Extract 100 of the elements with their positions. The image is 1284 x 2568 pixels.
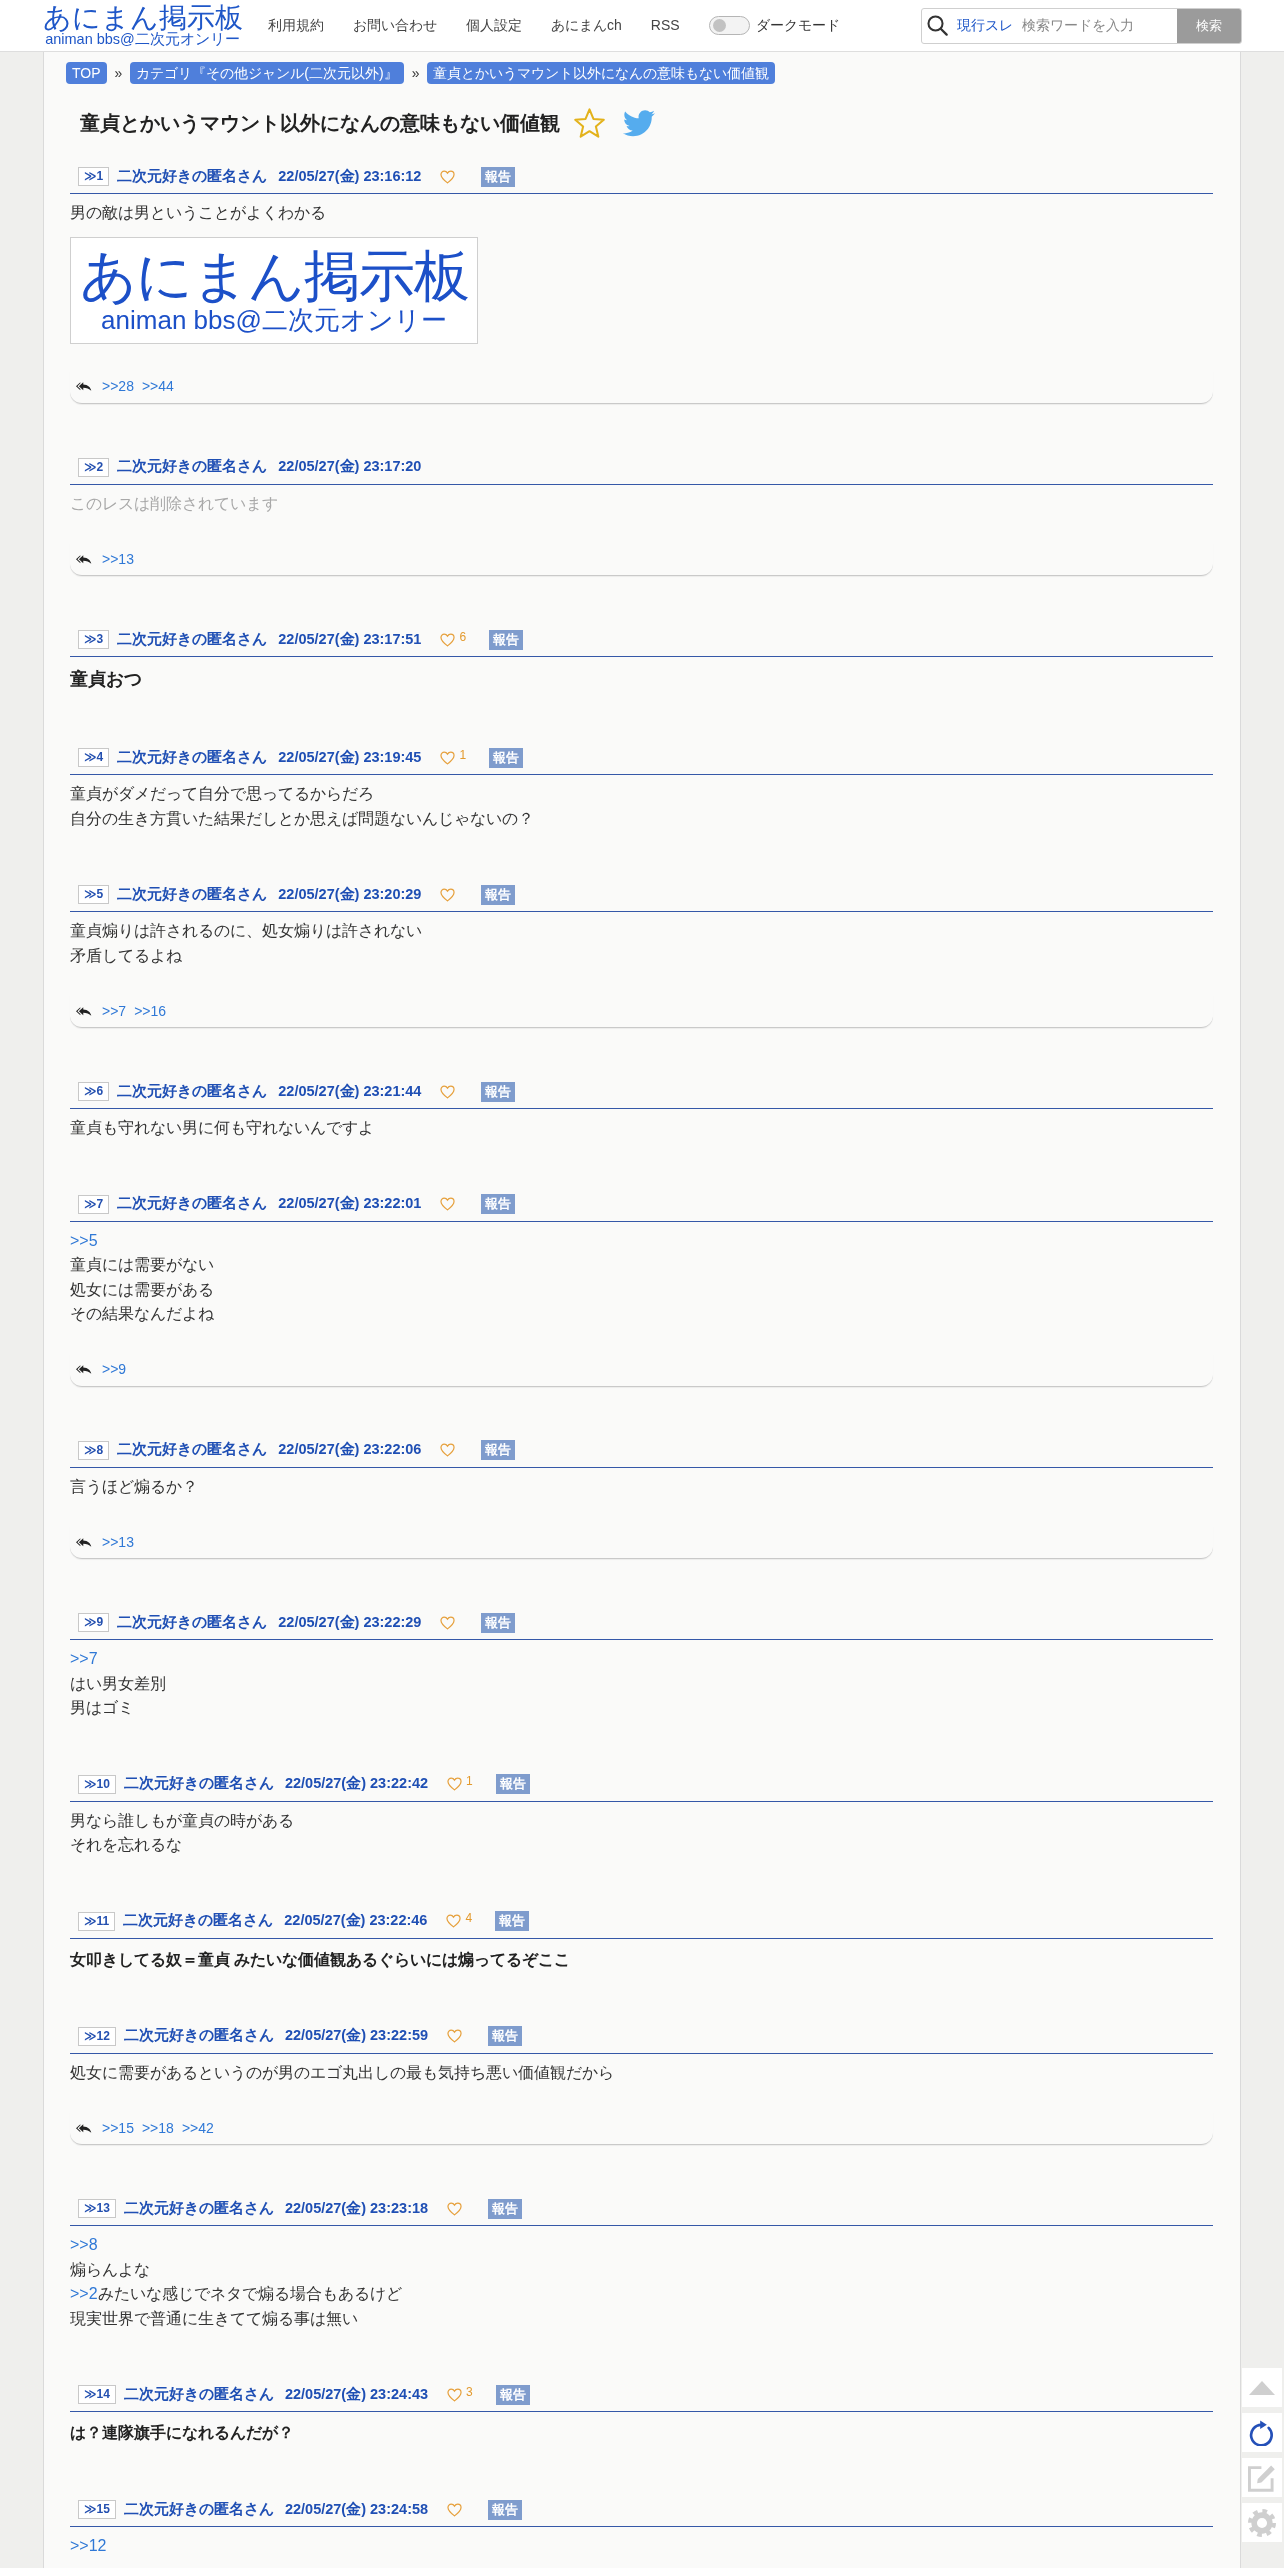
post-date: 22/05/27(金) 23:17:51 — [278, 629, 422, 649]
reply-anchor-link[interactable]: >>8 — [70, 2236, 98, 2253]
write-button[interactable] — [1242, 2458, 1282, 2497]
report-button[interactable]: 報告 — [481, 1194, 516, 1214]
nav-link[interactable]: お問い合わせ — [353, 15, 437, 36]
post-number-link[interactable]: ≫4 — [78, 748, 110, 767]
report-button[interactable]: 報告 — [481, 884, 516, 905]
report-button[interactable]: 報告 — [495, 1774, 530, 1794]
report-button[interactable]: 報告 — [481, 1612, 516, 1633]
poster-name: 二次元好きの匿名さん — [117, 166, 268, 186]
heart-icon — [440, 1443, 456, 1457]
report-button[interactable]: 報告 — [488, 2499, 523, 2520]
report-button[interactable]: 報告 — [489, 629, 524, 650]
like-button[interactable]: 3 — [447, 2387, 473, 2402]
reply-link[interactable]: >>16 — [134, 1000, 167, 1022]
heart-icon — [440, 632, 456, 647]
report-button[interactable]: 報告 — [481, 1081, 516, 1102]
post-number-link[interactable]: ≫9 — [78, 1613, 110, 1632]
reply-link[interactable]: >>42 — [181, 2117, 214, 2139]
site-logo-title[interactable]: あにまん掲示板 — [42, 4, 243, 32]
post-text: それを忘れるな — [70, 1835, 183, 1855]
post-date: 22/05/27(金) 23:22:46 — [284, 1911, 428, 1931]
report-button[interactable]: 報告 — [481, 1440, 516, 1460]
reply-anchor-link[interactable]: >>12 — [70, 2537, 107, 2554]
edit-icon — [1248, 2463, 1276, 2492]
search-bar[interactable]: 現行スレ 検索ワードを入力 検索 — [921, 7, 1242, 44]
reload-button[interactable] — [1242, 2413, 1282, 2452]
like-button[interactable] — [447, 2201, 463, 2216]
site-logo-subtitle[interactable]: animan bbs@二次元オンリー — [45, 32, 240, 47]
post-text: 矛盾してるよね — [70, 945, 183, 966]
bird-icon[interactable] — [623, 109, 655, 137]
breadcrumb-link[interactable]: カテゴリ『その他ジャンル(二次元以外)』 — [130, 62, 404, 84]
like-button[interactable] — [440, 1197, 456, 1211]
report-button[interactable]: 報告 — [488, 2198, 523, 2219]
post-number-link[interactable]: ≫2 — [78, 457, 110, 477]
reply-link[interactable]: >>13 — [102, 548, 134, 570]
like-button[interactable] — [440, 1084, 456, 1099]
post-number-link[interactable]: ≫13 — [78, 2199, 116, 2218]
report-button[interactable]: 報告 — [489, 747, 524, 768]
report-button[interactable]: 報告 — [488, 2026, 523, 2046]
breadcrumb-link[interactable]: 童貞とかいうマウント以外になんの意味もない価値観 — [427, 62, 776, 84]
search-button[interactable]: 検索 — [1177, 8, 1241, 43]
like-button[interactable]: 1 — [440, 750, 467, 765]
like-button[interactable] — [440, 1443, 456, 1457]
search-scope-link[interactable]: 現行スレ — [957, 15, 1013, 36]
like-button[interactable] — [440, 1615, 456, 1630]
nav-link[interactable]: あにまんch — [551, 15, 622, 36]
search-field[interactable]: 検索ワードを入力 — [1022, 15, 1162, 36]
nav-link[interactable]: 利用規約 — [268, 15, 324, 36]
like-button[interactable]: 6 — [440, 632, 467, 647]
like-button[interactable] — [447, 2502, 463, 2517]
reply-anchor-link[interactable]: >>7 — [70, 1650, 98, 1667]
heart-icon — [440, 750, 456, 765]
reply-link[interactable]: >>18 — [141, 2117, 174, 2139]
post-text: 童貞煽りは許されるのに、処女煽りは許されない — [70, 921, 423, 941]
post-date: 22/05/27(金) 23:17:20 — [278, 457, 422, 477]
post-number-link[interactable]: ≫8 — [78, 1440, 110, 1460]
poster-name: 二次元好きの匿名さん — [117, 1081, 268, 1101]
post-number-link[interactable]: ≫7 — [78, 1194, 110, 1214]
post-text: 煽らんよな — [70, 2259, 151, 2280]
post-number-link[interactable]: ≫15 — [78, 2500, 116, 2519]
like-button[interactable] — [440, 887, 456, 902]
like-button[interactable] — [447, 2029, 463, 2043]
post-number-link[interactable]: ≫6 — [78, 1082, 110, 1101]
toggle-switch[interactable] — [708, 16, 750, 35]
post-number-link[interactable]: ≫1 — [78, 167, 110, 186]
reply-link[interactable]: >>15 — [102, 2117, 134, 2139]
like-button[interactable] — [440, 169, 456, 184]
breadcrumb-separator: » — [114, 63, 123, 83]
reply-link[interactable]: >>28 — [102, 376, 134, 397]
report-button[interactable]: 報告 — [481, 166, 516, 187]
nav-link[interactable]: RSS — [650, 15, 680, 36]
nav-link[interactable]: 個人設定 — [466, 15, 522, 36]
reply-link[interactable]: >>9 — [102, 1359, 127, 1380]
settings-button[interactable] — [1242, 2503, 1282, 2542]
report-button[interactable]: 報告 — [495, 2384, 530, 2405]
like-button[interactable]: 1 — [447, 1777, 473, 1791]
poster-name: 二次元好きの匿名さん — [117, 1440, 268, 1460]
poster-name: 二次元好きの匿名さん — [117, 884, 268, 904]
like-button[interactable]: 4 — [446, 1914, 473, 1928]
reply-link[interactable]: >>44 — [141, 376, 174, 397]
post-number-link[interactable]: ≫10 — [78, 1774, 116, 1794]
post-number-link[interactable]: ≫3 — [78, 630, 110, 649]
post-text: 処女には需要がある — [70, 1279, 215, 1300]
report-button[interactable]: 報告 — [495, 1911, 530, 1931]
poster-name: 二次元好きの匿名さん — [117, 629, 268, 649]
post-number-link[interactable]: ≫14 — [78, 2385, 116, 2404]
reply-link[interactable]: >>7 — [102, 1000, 127, 1022]
post-text: は？連隊旗手になれるんだが？ — [70, 2423, 295, 2444]
reply-link[interactable]: >>13 — [102, 1531, 134, 1553]
reply-icon — [76, 1364, 92, 1375]
post-number-link[interactable]: ≫12 — [78, 2026, 116, 2046]
reply-anchor-link[interactable]: >>2 — [70, 2285, 98, 2302]
post-number-link[interactable]: ≫5 — [78, 885, 110, 904]
heart-icon — [440, 1615, 456, 1630]
reply-anchor-link[interactable]: >>5 — [70, 1231, 98, 1249]
star-icon[interactable] — [574, 108, 605, 138]
breadcrumb-link[interactable]: TOP — [66, 62, 107, 84]
scroll-top-button[interactable] — [1242, 2368, 1282, 2407]
post-number-link[interactable]: ≫11 — [78, 1911, 116, 1931]
